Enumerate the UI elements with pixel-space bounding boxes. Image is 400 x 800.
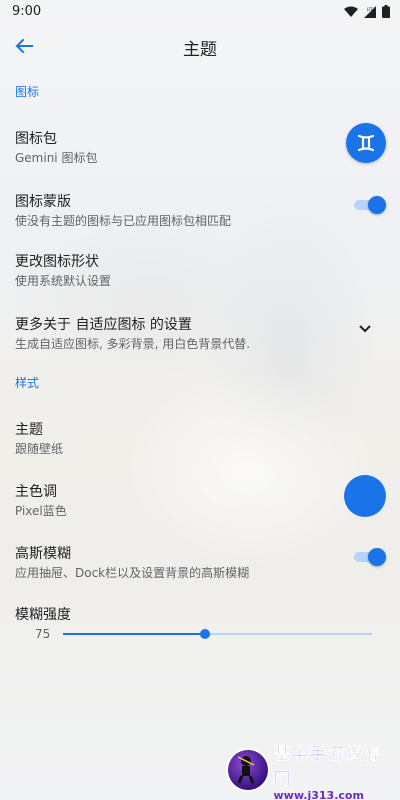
blur-strength-row: 模糊强度	[0, 604, 400, 624]
wifi-icon	[344, 6, 358, 17]
blur-title: 高斯模糊	[15, 546, 71, 562]
svg-text:LTE: LTE	[367, 7, 374, 12]
adaptive-icons-subtitle: 生成自适应图标, 多彩背景, 用白色背景代替.	[15, 337, 251, 351]
signal-icon: LTE	[364, 5, 376, 18]
ninja-icon	[237, 756, 255, 784]
app-bar: 主题	[0, 24, 400, 68]
watermark-logo	[226, 748, 270, 792]
icon-pack-title: 图标包	[15, 131, 57, 147]
page-title: 主题	[183, 40, 217, 60]
section-header-style: 样式	[15, 376, 40, 390]
icon-pack-row[interactable]: 图标包 Gemini 图标包	[0, 123, 400, 168]
blur-strength-title: 模糊强度	[15, 607, 71, 623]
accent-color-title: 主色调	[15, 484, 57, 500]
section-header-icons: 图标	[15, 85, 40, 99]
blur-row[interactable]: 高斯模糊 应用抽屉、Dock栏以及设置背景的高斯模糊	[0, 543, 400, 583]
battery-icon	[382, 5, 390, 18]
theme-row[interactable]: 主题 跟随壁纸	[0, 419, 400, 459]
icon-mask-toggle[interactable]	[354, 196, 386, 214]
icon-mask-subtitle: 使没有主题的图标与已应用图标包相匹配	[15, 214, 232, 228]
watermark-text: 基伞手游资源网 www.j313.com	[273, 739, 398, 800]
slider-thumb[interactable]	[200, 629, 211, 639]
icon-shape-subtitle: 使用系统默认设置	[15, 274, 112, 288]
gemini-icon	[357, 134, 375, 152]
adaptive-icons-row[interactable]: 更多关于 自适应图标 的设置 生成自适应图标, 多彩背景, 用白色背景代替.	[0, 314, 400, 354]
watermark-url: www.j313.com	[273, 788, 364, 800]
wallpaper-background	[0, 0, 400, 800]
watermark-name: 基伞手游资源网	[273, 743, 382, 789]
gemini-icon-pack-badge	[346, 123, 386, 163]
accent-color-swatch[interactable]	[344, 475, 386, 517]
icon-mask-row[interactable]: 图标蒙版 使没有主题的图标与已应用图标包相匹配	[0, 191, 400, 231]
blur-subtitle: 应用抽屉、Dock栏以及设置背景的高斯模糊	[15, 566, 250, 580]
icon-mask-title: 图标蒙版	[15, 194, 71, 210]
accent-color-subtitle: Pixel蓝色	[15, 504, 67, 518]
slider-fill	[63, 633, 206, 635]
icon-pack-subtitle: Gemini 图标包	[15, 151, 98, 165]
blur-strength-slider[interactable]: 75	[0, 624, 400, 646]
icon-shape-row[interactable]: 更改图标形状 使用系统默认设置	[0, 251, 400, 291]
status-bar: 9:00 LTE	[0, 0, 400, 24]
slider-track[interactable]	[63, 629, 372, 639]
adaptive-icons-title: 更多关于 自适应图标 的设置	[15, 317, 192, 333]
theme-title: 主题	[15, 422, 43, 438]
accent-color-row[interactable]: 主色调 Pixel蓝色	[0, 475, 400, 521]
watermark: 基伞手游资源网 www.j313.com	[226, 743, 398, 800]
chevron-down-icon[interactable]	[359, 325, 371, 333]
toggle-thumb	[368, 196, 386, 214]
status-time: 9:00	[12, 4, 42, 19]
icon-shape-title: 更改图标形状	[15, 254, 99, 270]
blur-toggle[interactable]	[354, 548, 386, 566]
slider-value: 75	[35, 627, 51, 641]
toggle-thumb	[368, 548, 386, 566]
status-icons: LTE	[344, 5, 390, 18]
theme-subtitle: 跟随壁纸	[15, 442, 64, 456]
